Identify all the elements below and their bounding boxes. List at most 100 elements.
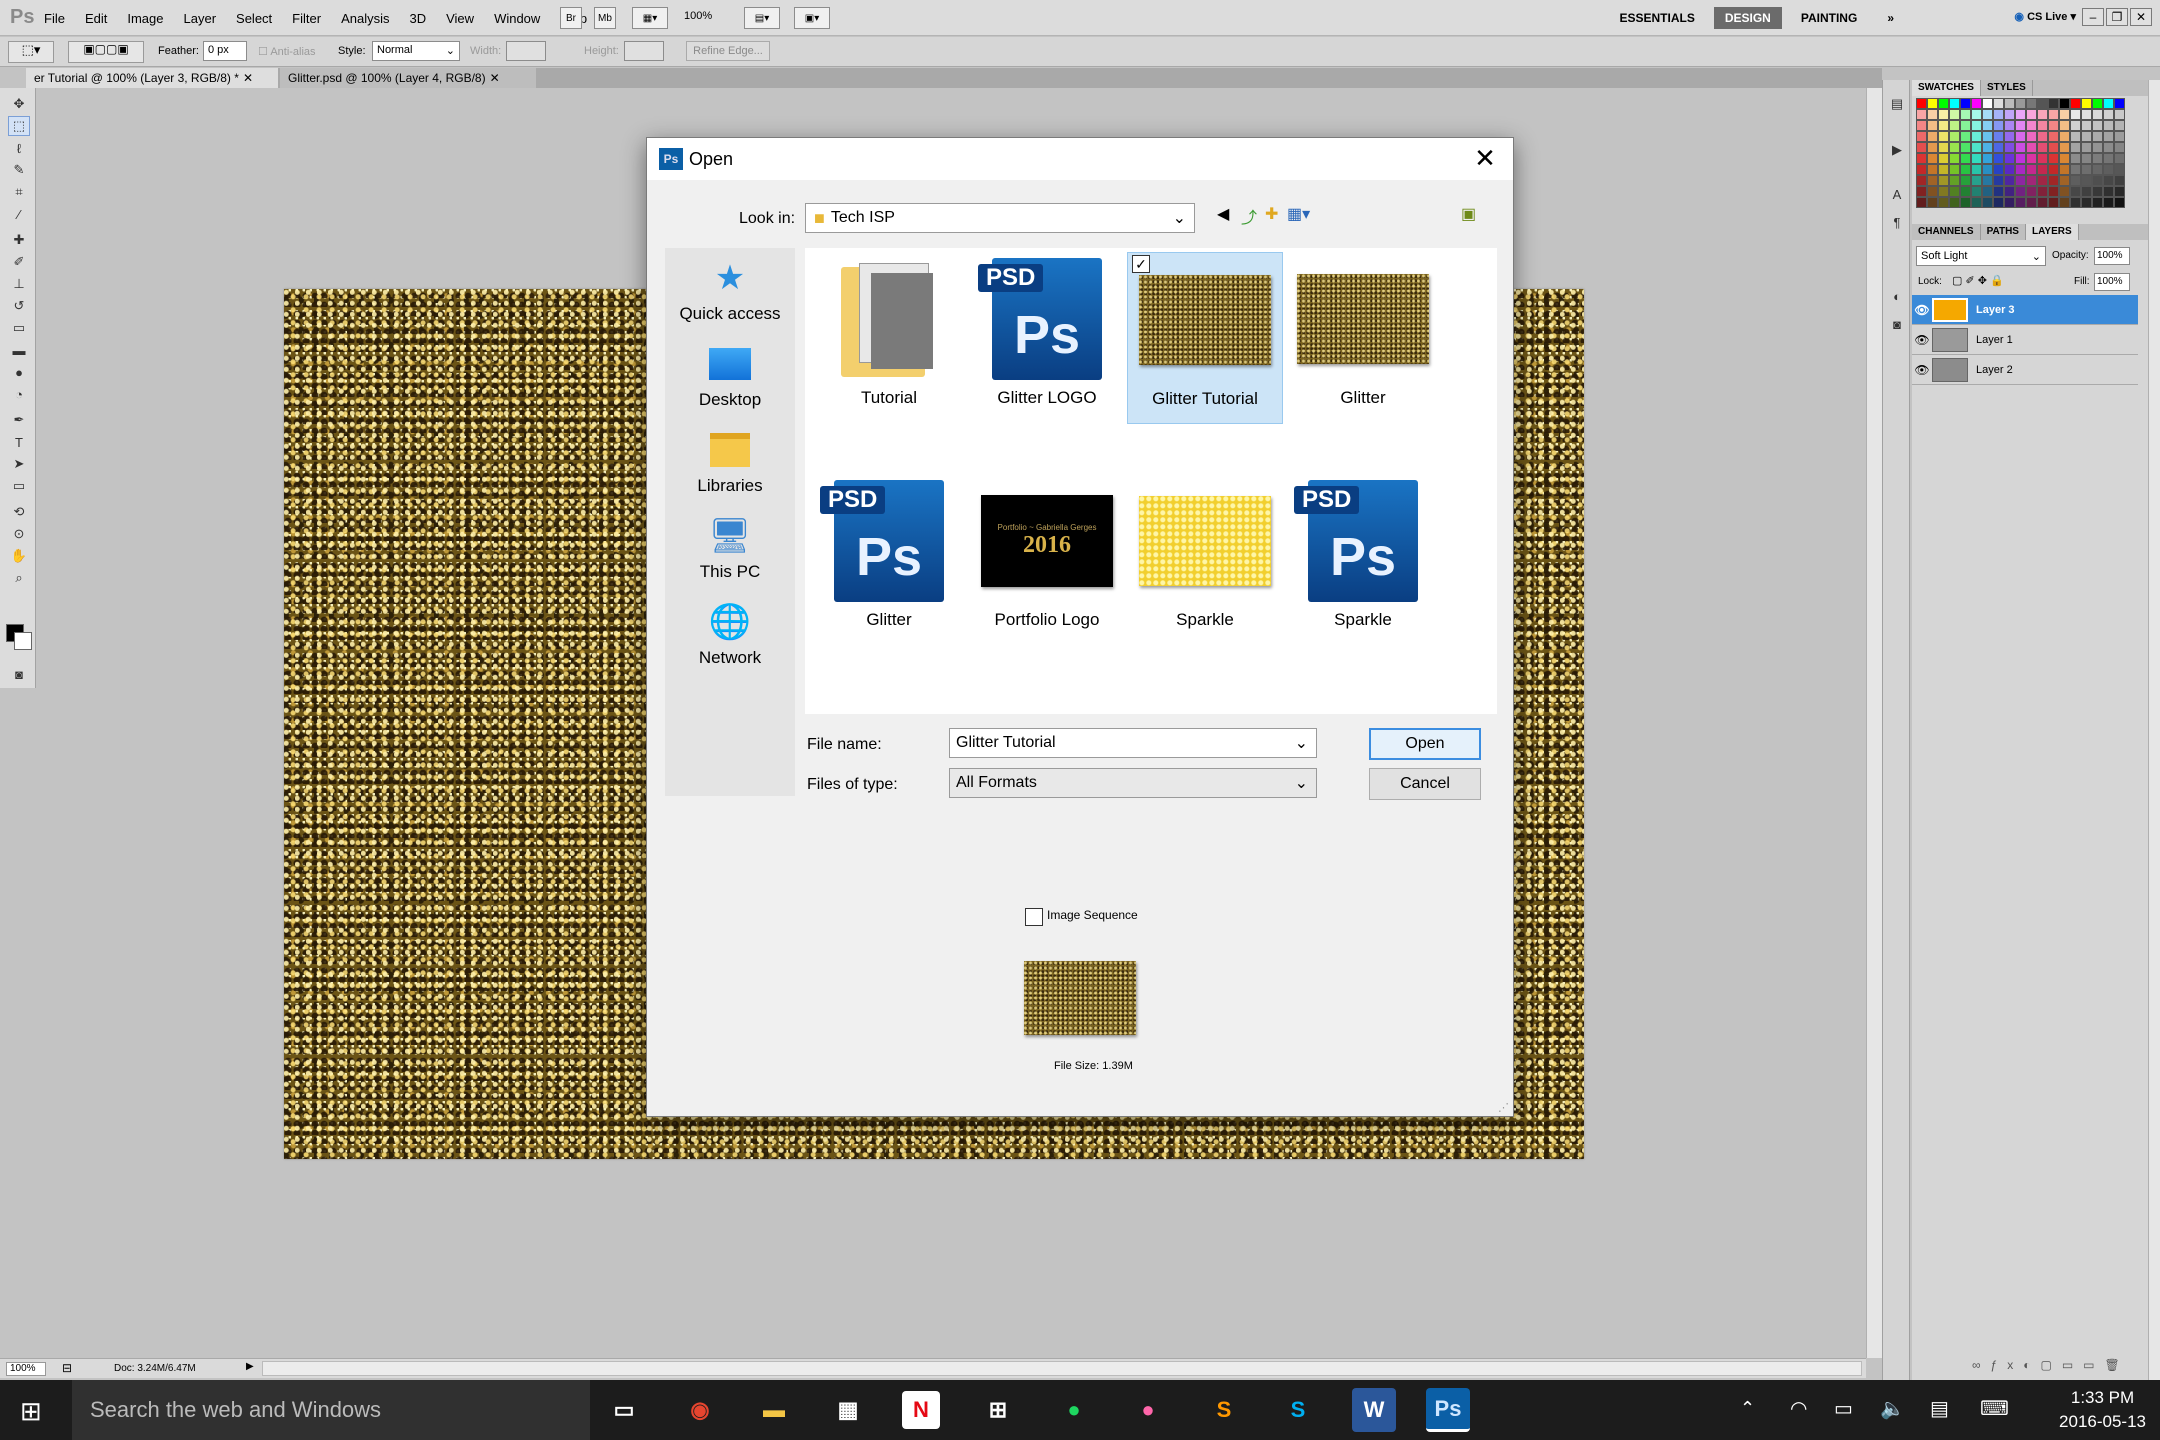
color-swatch[interactable] [1927, 186, 1938, 197]
file-item-tutorial[interactable]: Tutorial [811, 252, 967, 424]
color-swatch[interactable] [1916, 120, 1927, 131]
color-swatch[interactable] [2059, 197, 2070, 208]
color-swatch[interactable] [1927, 164, 1938, 175]
color-swatch[interactable] [1960, 142, 1971, 153]
mini-bridge-icon[interactable]: Mb [594, 7, 616, 29]
color-swatch[interactable] [1960, 120, 1971, 131]
color-swatch[interactable] [1971, 131, 1982, 142]
color-swatch[interactable] [2092, 98, 2103, 109]
color-swatch[interactable] [1949, 98, 1960, 109]
color-swatch[interactable] [2048, 186, 2059, 197]
color-swatch[interactable] [1971, 98, 1982, 109]
color-swatch[interactable] [1938, 175, 1949, 186]
color-swatch[interactable] [1949, 142, 1960, 153]
color-swatch[interactable] [1938, 164, 1949, 175]
file-name-input[interactable]: Glitter Tutorial ⌄ [949, 728, 1317, 758]
color-swatch[interactable] [2015, 98, 2026, 109]
color-swatch[interactable] [2015, 186, 2026, 197]
color-swatch[interactable] [1993, 120, 2004, 131]
style-select[interactable]: Normal ⌄ [372, 41, 460, 61]
color-swatch[interactable] [2004, 109, 2015, 120]
quick-mask-icon[interactable]: ◙ [8, 664, 30, 684]
color-swatch[interactable] [1916, 109, 1927, 120]
marquee-preset-icon[interactable]: ⬚▾ [8, 41, 54, 63]
color-swatch[interactable] [1938, 142, 1949, 153]
color-swatch[interactable] [2026, 98, 2037, 109]
clone-stamp-tool-icon[interactable]: ⊥ [8, 274, 30, 294]
color-swatch[interactable] [2081, 142, 2092, 153]
color-swatch[interactable] [1938, 109, 1949, 120]
tab-swatches[interactable]: SWATCHES [1912, 80, 1981, 96]
tab-styles[interactable]: STYLES [1981, 80, 2033, 96]
color-swatch[interactable] [1927, 120, 1938, 131]
color-swatch[interactable] [2103, 175, 2114, 186]
color-swatch[interactable] [1949, 120, 1960, 131]
color-swatch[interactable] [2114, 98, 2125, 109]
color-swatch[interactable] [1993, 186, 2004, 197]
color-swatch[interactable] [2070, 164, 2081, 175]
healing-brush-tool-icon[interactable]: ✚ [8, 230, 30, 250]
color-swatch[interactable] [1960, 175, 1971, 186]
color-swatch[interactable] [2037, 131, 2048, 142]
fill-input[interactable]: 100% [2094, 273, 2130, 291]
color-swatch[interactable] [2059, 164, 2070, 175]
color-swatch[interactable] [2081, 153, 2092, 164]
menu-select[interactable]: Select [236, 11, 272, 26]
color-swatch[interactable] [1993, 197, 2004, 208]
taskbar-clock[interactable]: 1:33 PM 2016-05-13 [2059, 1386, 2146, 1434]
place-this-pc[interactable]: 🖥 This PC [665, 516, 795, 582]
color-swatch[interactable] [2070, 197, 2081, 208]
menu-edit[interactable]: Edit [85, 11, 107, 26]
color-swatch[interactable] [2037, 142, 2048, 153]
netflix-icon[interactable]: N [902, 1391, 940, 1429]
color-swatch[interactable] [1949, 175, 1960, 186]
eraser-tool-icon[interactable]: ▭ [8, 318, 30, 338]
color-swatch[interactable] [2070, 109, 2081, 120]
color-swatch[interactable] [2004, 186, 2015, 197]
file-item-glitter-tutorial[interactable]: ✓ Glitter Tutorial [1127, 252, 1283, 424]
zoom-level-dropdown[interactable]: 100% [684, 10, 712, 22]
color-swatch[interactable] [1982, 186, 1993, 197]
show-hidden-icons[interactable]: ⌃ [1740, 1398, 1755, 1419]
status-info-icon[interactable]: ⊟ [62, 1361, 72, 1375]
view-extras-icon[interactable]: ▦▾ [632, 7, 668, 29]
color-swatch[interactable] [1927, 197, 1938, 208]
color-swatch[interactable] [1949, 186, 1960, 197]
3d-orbit-tool-icon[interactable]: ⊙ [8, 524, 30, 544]
hand-tool-icon[interactable]: ✋ [8, 546, 30, 566]
document-tab[interactable]: Glitter.psd @ 100% (Layer 4, RGB/8) ✕ [280, 68, 536, 88]
word-icon[interactable]: W [1352, 1388, 1396, 1432]
color-swatch[interactable] [2081, 164, 2092, 175]
color-swatch[interactable] [2070, 131, 2081, 142]
color-swatch[interactable] [1916, 175, 1927, 186]
color-swatch[interactable] [2114, 175, 2125, 186]
color-swatch[interactable] [2092, 131, 2103, 142]
color-swatch[interactable] [1916, 186, 1927, 197]
minimize-icon[interactable]: – [2082, 8, 2104, 26]
tab-channels[interactable]: CHANNELS [1912, 224, 1981, 240]
color-swatch[interactable] [1982, 98, 1993, 109]
place-desktop[interactable]: Desktop [665, 344, 795, 410]
color-swatch[interactable] [1960, 164, 1971, 175]
color-swatch[interactable] [1982, 131, 1993, 142]
antialias-checkbox[interactable]: ☐ Anti-alias [258, 45, 316, 58]
file-item-sparkle-psd[interactable]: PSD Ps Sparkle [1285, 474, 1441, 646]
color-swatch[interactable] [1960, 197, 1971, 208]
color-swatch[interactable] [1949, 131, 1960, 142]
color-swatch[interactable] [2070, 120, 2081, 131]
store-icon[interactable]: ⊞ [976, 1388, 1020, 1432]
menu-filter[interactable]: Filter [292, 11, 321, 26]
color-swatch[interactable] [2048, 142, 2059, 153]
color-swatch[interactable] [2015, 142, 2026, 153]
color-swatch[interactable] [2059, 175, 2070, 186]
color-swatch[interactable] [2037, 186, 2048, 197]
arrange-documents-icon[interactable]: ▤▾ [744, 7, 780, 29]
color-swatch[interactable] [1927, 109, 1938, 120]
files-of-type-select[interactable]: All Formats ⌄ [949, 768, 1317, 798]
resize-grip-icon[interactable]: ⋰ [1498, 1101, 1509, 1114]
up-folder-icon[interactable]: ⤴ [1241, 204, 1257, 228]
color-swatch[interactable] [1927, 175, 1938, 186]
color-swatch[interactable] [2048, 98, 2059, 109]
color-swatch[interactable] [2114, 120, 2125, 131]
color-swatch[interactable] [2026, 109, 2037, 120]
